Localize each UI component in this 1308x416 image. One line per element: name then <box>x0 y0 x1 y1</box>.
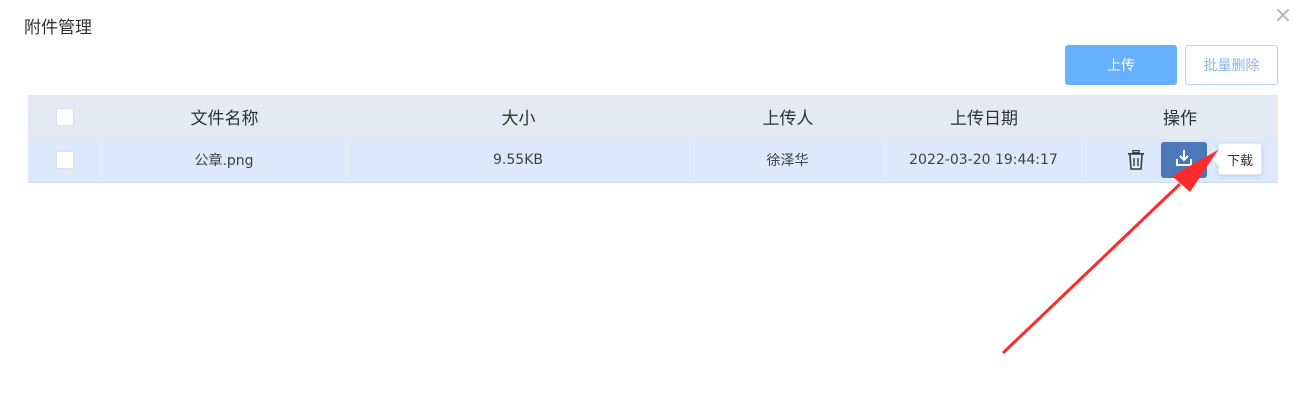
column-header-actions: 操作 <box>1163 109 1197 129</box>
upload-date: 2022-03-20 19:44:17 <box>886 138 1082 182</box>
column-header-size[interactable]: 大小 <box>347 95 690 138</box>
row-checkbox[interactable] <box>55 151 74 169</box>
download-icon <box>1175 149 1193 171</box>
table-row[interactable]: 公章.png 9.55KB 徐泽华 2022-03-20 19:44:17 <box>28 138 1278 183</box>
upload-button[interactable]: 上传 <box>1065 45 1177 85</box>
column-header-date[interactable]: 上传日期 <box>886 95 1082 138</box>
download-tooltip: 下载 <box>1211 143 1263 175</box>
dialog-title: 附件管理 <box>24 18 92 38</box>
table-header: 文件名称 大小 上传人 上传日期 操作 <box>28 95 1278 138</box>
trash-icon[interactable] <box>1125 149 1147 171</box>
file-name: 公章.png <box>102 138 347 182</box>
header-checkbox-cell <box>28 95 102 138</box>
attachment-table: 文件名称 大小 上传人 上传日期 操作 公章.png 9.55KB 徐泽华 20… <box>28 95 1278 183</box>
select-all-checkbox[interactable] <box>56 107 74 126</box>
row-checkbox-cell <box>28 138 102 182</box>
column-header-filename[interactable]: 文件名称 <box>102 95 347 138</box>
close-icon[interactable]: × <box>1271 4 1295 28</box>
batch-delete-button[interactable]: 批量删除 <box>1185 45 1278 85</box>
uploader-name: 徐泽华 <box>690 138 886 182</box>
file-size: 9.55KB <box>347 138 690 182</box>
download-button[interactable] <box>1161 142 1207 178</box>
column-header-uploader[interactable]: 上传人 <box>690 95 886 138</box>
